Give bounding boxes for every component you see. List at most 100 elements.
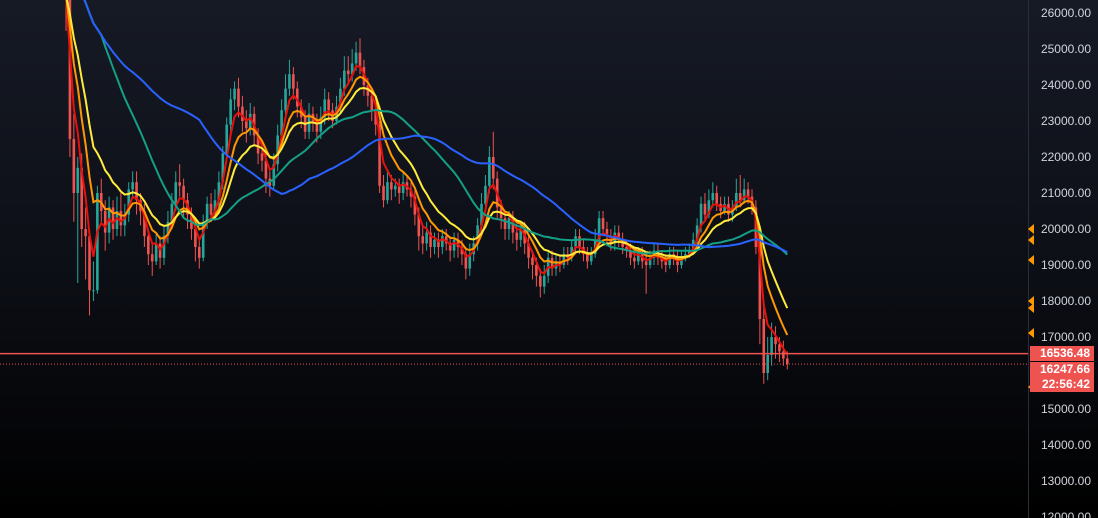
candle-body — [699, 203, 703, 226]
candle — [158, 236, 162, 269]
candle-body — [327, 99, 330, 111]
candle-body — [531, 257, 534, 265]
candle-body — [174, 182, 178, 204]
candle — [425, 221, 428, 251]
alert-marker-icon[interactable] — [1028, 254, 1034, 265]
candle-body — [119, 211, 123, 226]
candle-body — [245, 121, 248, 129]
y-tick-label: 25000.00 — [1040, 42, 1091, 56]
candle-body — [393, 185, 397, 190]
candle — [448, 236, 452, 262]
candle — [111, 200, 115, 240]
ma-fast-red-line — [65, 0, 789, 356]
candle — [327, 92, 330, 121]
candle-body — [421, 236, 425, 244]
candle-body — [715, 193, 719, 204]
candle — [233, 81, 236, 111]
candle — [715, 185, 719, 211]
candle-body — [425, 232, 428, 244]
countdown-timer-tag: 22:56:42 — [1030, 376, 1094, 392]
candle-body — [542, 275, 546, 287]
last-price-tag: 16536.48 — [1030, 345, 1094, 361]
candle — [586, 247, 589, 269]
y-tick-label: 19000.00 — [1040, 258, 1091, 272]
candle-body — [703, 203, 707, 215]
candle — [307, 103, 311, 139]
candle — [229, 88, 232, 132]
candle — [452, 232, 456, 258]
candle-body — [354, 52, 358, 64]
candle-body — [390, 182, 393, 190]
candle-body — [746, 189, 750, 197]
candle-body — [103, 211, 107, 233]
candle — [684, 247, 687, 262]
candle-body — [382, 185, 385, 201]
candle-body — [292, 74, 295, 89]
candle-body — [452, 239, 456, 251]
y-tick-label: 13000.00 — [1040, 474, 1091, 488]
candle — [154, 232, 158, 265]
candle-body — [358, 52, 362, 67]
candle — [433, 232, 436, 255]
candle — [76, 157, 80, 283]
candle-body — [288, 74, 291, 89]
candle — [562, 247, 566, 269]
candle-body — [762, 319, 766, 373]
candle — [268, 171, 272, 197]
candle — [197, 239, 201, 269]
candle — [542, 265, 546, 294]
candle-body — [229, 99, 232, 125]
y-tick-label: 14000.00 — [1040, 438, 1091, 452]
candle-body — [150, 254, 154, 262]
alert-marker-icon[interactable] — [1028, 303, 1034, 314]
trading-chart[interactable]: 26000.00 25000.00 24000.00 23000.00 22000.00… — [0, 0, 1098, 518]
candle — [742, 178, 746, 204]
alert-marker-icon[interactable] — [1028, 328, 1034, 339]
candle-body — [343, 70, 346, 89]
candle-body — [178, 182, 181, 186]
chart-plot-area[interactable] — [0, 0, 1028, 518]
current-price-tag: 16247.66 — [1030, 361, 1094, 377]
candle-body — [72, 139, 76, 193]
y-tick-label: 18000.00 — [1040, 294, 1091, 308]
candle — [664, 254, 668, 273]
candle-body — [237, 88, 240, 107]
candle-body — [209, 203, 213, 215]
alert-marker-icon[interactable] — [1028, 234, 1034, 245]
candle — [386, 171, 389, 204]
candle — [84, 207, 87, 280]
candle-body — [92, 290, 95, 292]
candle — [178, 164, 181, 197]
candle-body — [503, 218, 507, 229]
candle-body — [147, 236, 150, 255]
candle — [413, 189, 417, 226]
candle-body — [205, 203, 209, 222]
candle — [92, 261, 95, 301]
ma-yellow-line — [66, 0, 789, 309]
candle — [711, 182, 715, 208]
candle — [421, 225, 425, 255]
candle-body — [785, 358, 789, 364]
y-tick-label: 23000.00 — [1040, 114, 1091, 128]
candle-body — [346, 70, 350, 75]
y-tick-label: 26000.00 — [1040, 6, 1091, 20]
candle-body — [601, 218, 605, 229]
candle — [589, 247, 593, 265]
candle-body — [233, 88, 236, 100]
candle-body — [633, 257, 636, 262]
price-axis[interactable]: 26000.00 25000.00 24000.00 23000.00 22000.00… — [1028, 0, 1098, 518]
candle-body — [131, 182, 134, 190]
y-tick-label: 15000.00 — [1040, 402, 1091, 416]
y-tick-label: 24000.00 — [1040, 78, 1091, 92]
alert-marker-icon[interactable] — [1028, 224, 1034, 234]
candle — [491, 131, 495, 190]
candle-body — [441, 236, 444, 247]
candle-body — [433, 239, 436, 247]
y-tick-label: 22000.00 — [1040, 150, 1091, 164]
candle-body — [574, 236, 577, 247]
candle — [115, 196, 119, 237]
candle-body — [782, 351, 785, 359]
candle-body — [644, 261, 648, 265]
candle-body — [386, 182, 389, 201]
candle — [99, 178, 103, 222]
